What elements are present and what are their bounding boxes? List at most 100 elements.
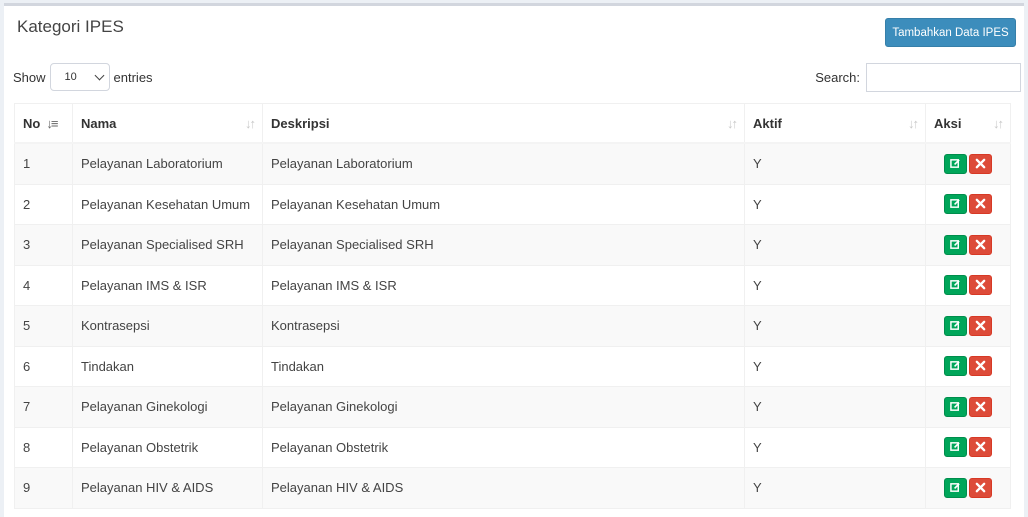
cell-deskripsi: Pelayanan Obstetrik	[262, 426, 745, 468]
page-title: Kategori IPES	[17, 17, 124, 36]
delete-button[interactable]	[969, 153, 992, 174]
cell-deskripsi: Pelayanan Ginekologi	[262, 386, 745, 428]
search-input[interactable]	[866, 62, 1021, 92]
cell-no: 6	[14, 345, 73, 387]
delete-button[interactable]	[969, 477, 992, 498]
page-length-value: 10	[64, 71, 77, 83]
entries-label: entries	[113, 69, 153, 85]
cell-deskripsi: Pelayanan Kesehatan Umum	[262, 183, 745, 225]
table-row: 2 Pelayanan Kesehatan Umum Pelayanan Keseh…	[14, 183, 1011, 225]
cell-no: 4	[14, 264, 73, 306]
cell-aktif: Y	[744, 264, 926, 306]
cell-no: 5	[14, 305, 73, 347]
table-row: 9 Pelayanan HIV & AIDS Pelayanan HIV & AID…	[14, 467, 1011, 509]
cell-aksi	[925, 426, 1011, 468]
cell-no: 3	[14, 224, 73, 266]
edit-button[interactable]	[944, 315, 967, 336]
cell-deskripsi: Pelayanan IMS & ISR	[262, 264, 745, 306]
show-label: Show	[13, 69, 46, 85]
cell-deskripsi: Pelayanan Laboratorium	[262, 142, 745, 185]
cell-nama: Pelayanan Obstetrik	[72, 426, 263, 468]
cell-nama: Pelayanan Ginekologi	[72, 386, 263, 428]
cell-no: 9	[14, 467, 73, 509]
cell-aktif: Y	[744, 305, 926, 347]
delete-button[interactable]	[969, 234, 992, 255]
cell-deskripsi: Pelayanan Specialised SRH	[262, 224, 745, 266]
cell-aksi	[925, 467, 1011, 509]
column-header-aksi[interactable]: Aksi ↓↑	[925, 103, 1011, 144]
search-label: Search:	[815, 69, 860, 85]
cell-no: 8	[14, 426, 73, 468]
cell-deskripsi: Kontrasepsi	[262, 305, 745, 347]
delete-button[interactable]	[969, 194, 992, 215]
column-header-no[interactable]: No ↓≡	[14, 103, 73, 144]
cell-nama: Pelayanan Specialised SRH	[72, 224, 263, 266]
ipes-table: No ↓≡ Nama ↓↑ Deskripsi ↓↑ Aktif ↓↑ Aksi ↓↑ 1…	[14, 103, 1011, 509]
edit-button[interactable]	[944, 437, 967, 458]
cell-deskripsi: Tindakan	[262, 345, 745, 387]
delete-button[interactable]	[969, 396, 992, 417]
cell-no: 2	[14, 183, 73, 225]
table-row: 8 Pelayanan Obstetrik Pelayanan Obstetrik Y	[14, 426, 1011, 468]
cell-nama: Pelayanan HIV & AIDS	[72, 467, 263, 509]
sort-icon: ↓↑	[245, 116, 256, 131]
length-control: Show 10 entries	[13, 62, 153, 92]
column-header-label: Aktif	[753, 115, 782, 131]
cell-aktif: Y	[744, 142, 926, 185]
column-header-deskripsi[interactable]: Deskripsi ↓↑	[262, 103, 745, 144]
page-length-select[interactable]: 10	[49, 63, 110, 91]
cell-aksi	[925, 386, 1011, 428]
cell-aksi	[925, 183, 1011, 225]
column-header-label: Aksi	[934, 115, 962, 131]
edit-button[interactable]	[944, 275, 967, 296]
cell-aktif: Y	[744, 183, 926, 225]
cell-aksi	[925, 345, 1011, 387]
edit-button[interactable]	[944, 153, 967, 174]
cell-aksi	[925, 305, 1011, 347]
cell-nama: Kontrasepsi	[72, 305, 263, 347]
column-header-label: Deskripsi	[271, 115, 330, 131]
edit-button[interactable]	[944, 477, 967, 498]
table-header-row: No ↓≡ Nama ↓↑ Deskripsi ↓↑ Aktif ↓↑ Aksi ↓↑	[14, 103, 1011, 144]
delete-button[interactable]	[969, 315, 992, 336]
column-header-label: Nama	[81, 115, 117, 131]
cell-aktif: Y	[744, 386, 926, 428]
sort-amount-asc-icon: ↓≡	[46, 115, 58, 131]
chevron-down-icon	[94, 70, 104, 81]
cell-aktif: Y	[744, 345, 926, 387]
table-row: 3 Pelayanan Specialised SRH Pelayanan Spec…	[14, 224, 1011, 266]
table-row: 5 Kontrasepsi Kontrasepsi Y	[14, 305, 1011, 347]
search-control: Search:	[815, 62, 1021, 92]
sort-icon: ↓↑	[727, 116, 738, 131]
cell-nama: Pelayanan Kesehatan Umum	[72, 183, 263, 225]
delete-button[interactable]	[969, 275, 992, 296]
column-header-aktif[interactable]: Aktif ↓↑	[744, 103, 926, 144]
sort-icon: ↓↑	[993, 116, 1004, 131]
table-row: 1 Pelayanan Laboratorium Pelayanan Laborat…	[14, 142, 1011, 185]
cell-nama: Pelayanan IMS & ISR	[72, 264, 263, 306]
table-row: 6 Tindakan Tindakan Y	[14, 345, 1011, 387]
cell-aktif: Y	[744, 467, 926, 509]
sort-icon: ↓↑	[908, 116, 919, 131]
cell-aktif: Y	[744, 224, 926, 266]
delete-button[interactable]	[969, 356, 992, 377]
cell-no: 7	[14, 386, 73, 428]
edit-button[interactable]	[944, 356, 967, 377]
edit-button[interactable]	[944, 194, 967, 215]
cell-no: 1	[14, 142, 73, 185]
cell-aksi	[925, 224, 1011, 266]
column-header-label: No	[23, 115, 41, 131]
cell-deskripsi: Pelayanan HIV & AIDS	[262, 467, 745, 509]
cell-aksi	[925, 142, 1011, 185]
add-data-button[interactable]: Tambahkan Data IPES	[885, 18, 1016, 47]
edit-button[interactable]	[944, 396, 967, 417]
delete-button[interactable]	[969, 437, 992, 458]
cell-aksi	[925, 264, 1011, 306]
cell-nama: Tindakan	[72, 345, 263, 387]
table-row: 7 Pelayanan Ginekologi Pelayanan Ginekolog…	[14, 386, 1011, 428]
cell-nama: Pelayanan Laboratorium	[72, 142, 263, 185]
column-header-nama[interactable]: Nama ↓↑	[72, 103, 263, 144]
edit-button[interactable]	[944, 234, 967, 255]
cell-aktif: Y	[744, 426, 926, 468]
table-row: 4 Pelayanan IMS & ISR Pelayanan IMS & ISR Y	[14, 264, 1011, 306]
